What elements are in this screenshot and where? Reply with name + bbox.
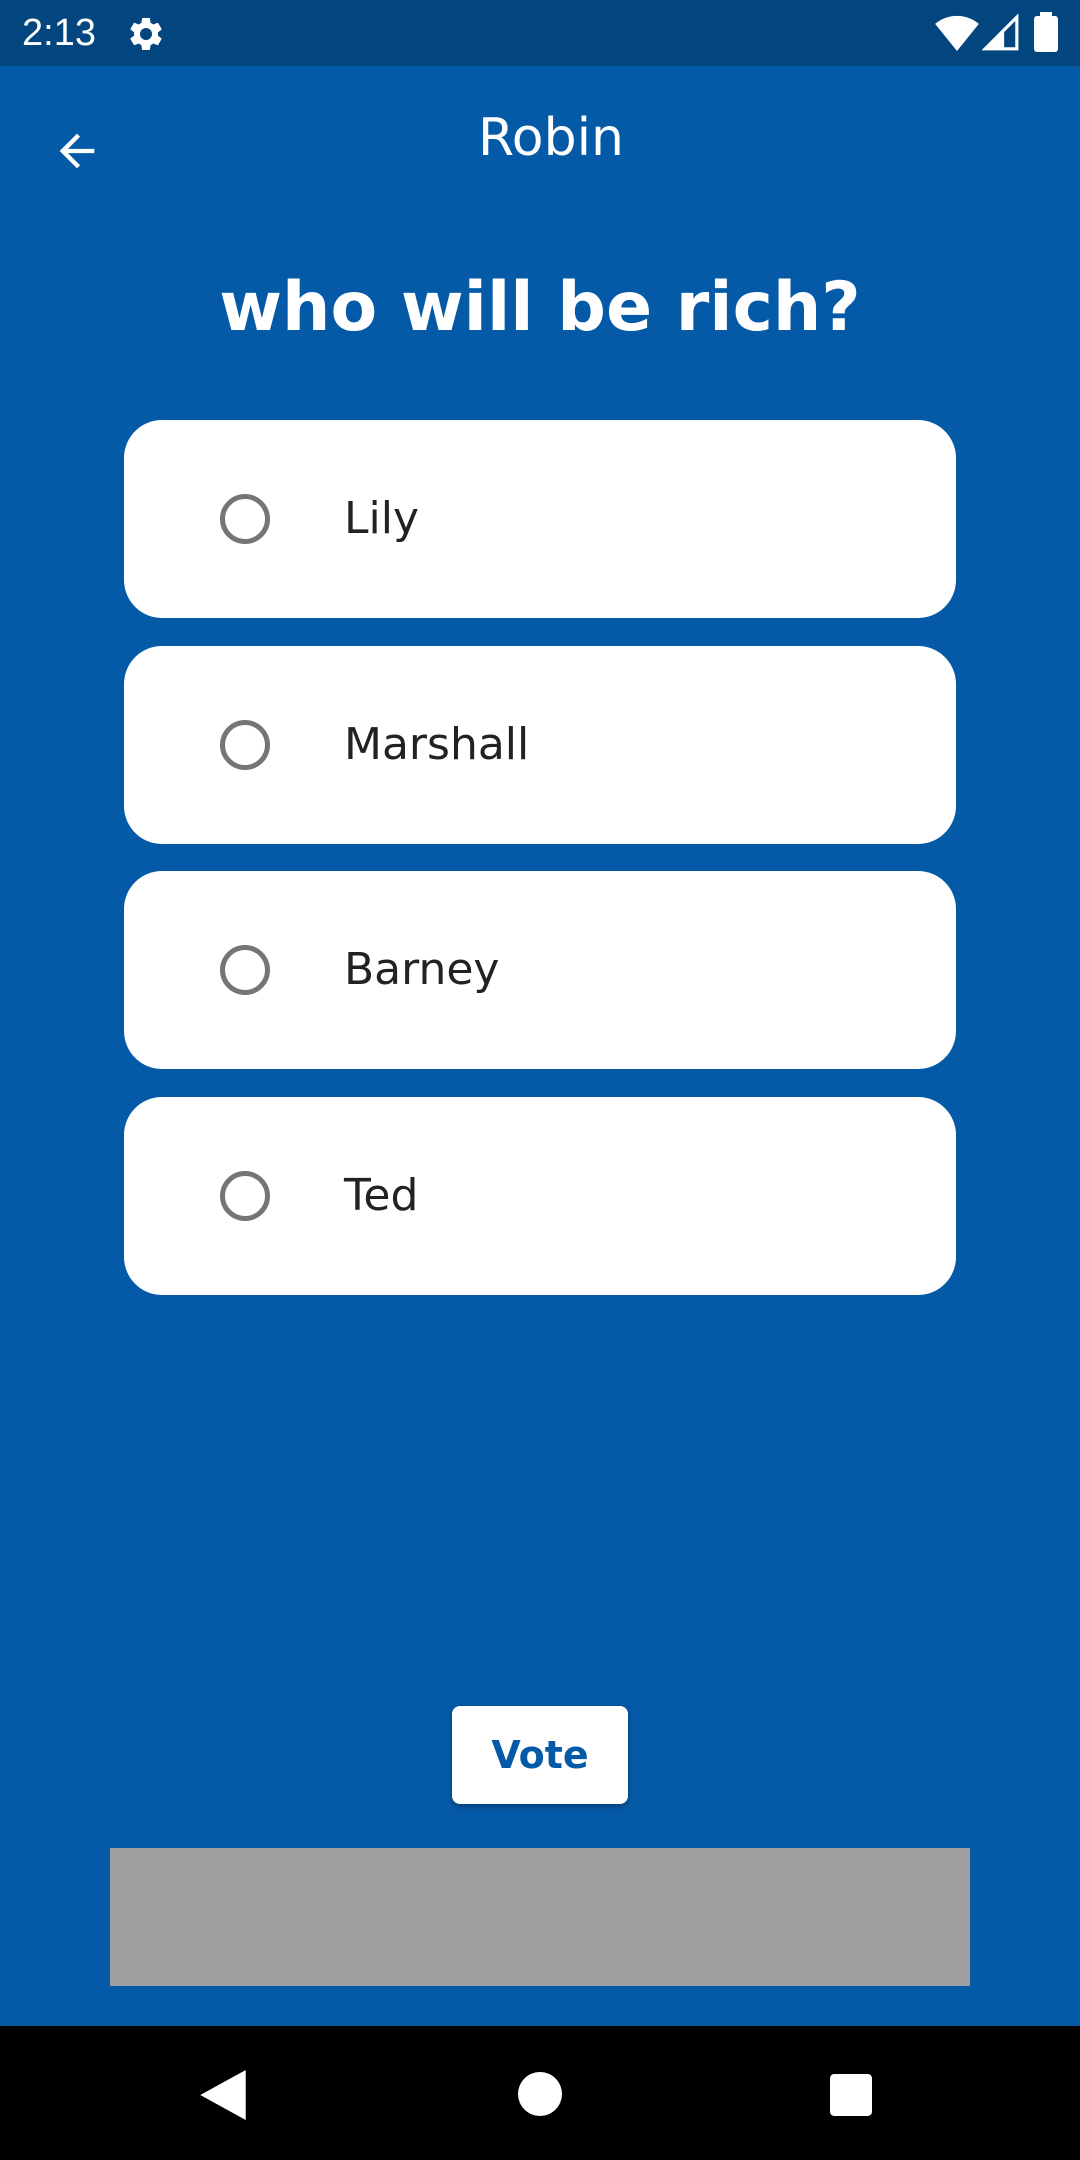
radio-button[interactable] bbox=[220, 494, 270, 544]
nav-home-icon[interactable] bbox=[518, 2072, 562, 2116]
gear-icon bbox=[130, 17, 162, 50]
radio-button[interactable] bbox=[220, 945, 270, 995]
radio-button[interactable] bbox=[220, 1171, 270, 1221]
status-bar: 2:13 bbox=[0, 0, 1080, 66]
option-label: Lily bbox=[344, 493, 420, 544]
ad-banner-placeholder[interactable] bbox=[110, 1848, 970, 1986]
nav-back-icon[interactable] bbox=[200, 2070, 246, 2120]
nav-recents-icon[interactable] bbox=[830, 2074, 872, 2116]
option-card-lily[interactable]: Lily bbox=[124, 420, 956, 618]
option-card-marshall[interactable]: Marshall bbox=[124, 646, 956, 844]
battery-icon bbox=[1034, 12, 1058, 52]
option-label: Marshall bbox=[344, 719, 530, 770]
vote-button[interactable]: Vote bbox=[452, 1706, 628, 1804]
option-card-barney[interactable]: Barney bbox=[124, 871, 956, 1069]
signal-icon bbox=[982, 14, 1019, 51]
status-time: 2:13 bbox=[22, 12, 96, 54]
system-nav-bar bbox=[0, 2026, 1080, 2160]
radio-button[interactable] bbox=[220, 720, 270, 770]
option-card-ted[interactable]: Ted bbox=[124, 1097, 956, 1295]
option-label: Ted bbox=[344, 1170, 419, 1221]
poll-question: who will be rich? bbox=[219, 268, 861, 347]
option-label: Barney bbox=[344, 944, 500, 995]
wifi-icon bbox=[935, 15, 979, 52]
page-title: Robin bbox=[477, 108, 625, 168]
app-bar: Robin bbox=[0, 66, 1080, 220]
